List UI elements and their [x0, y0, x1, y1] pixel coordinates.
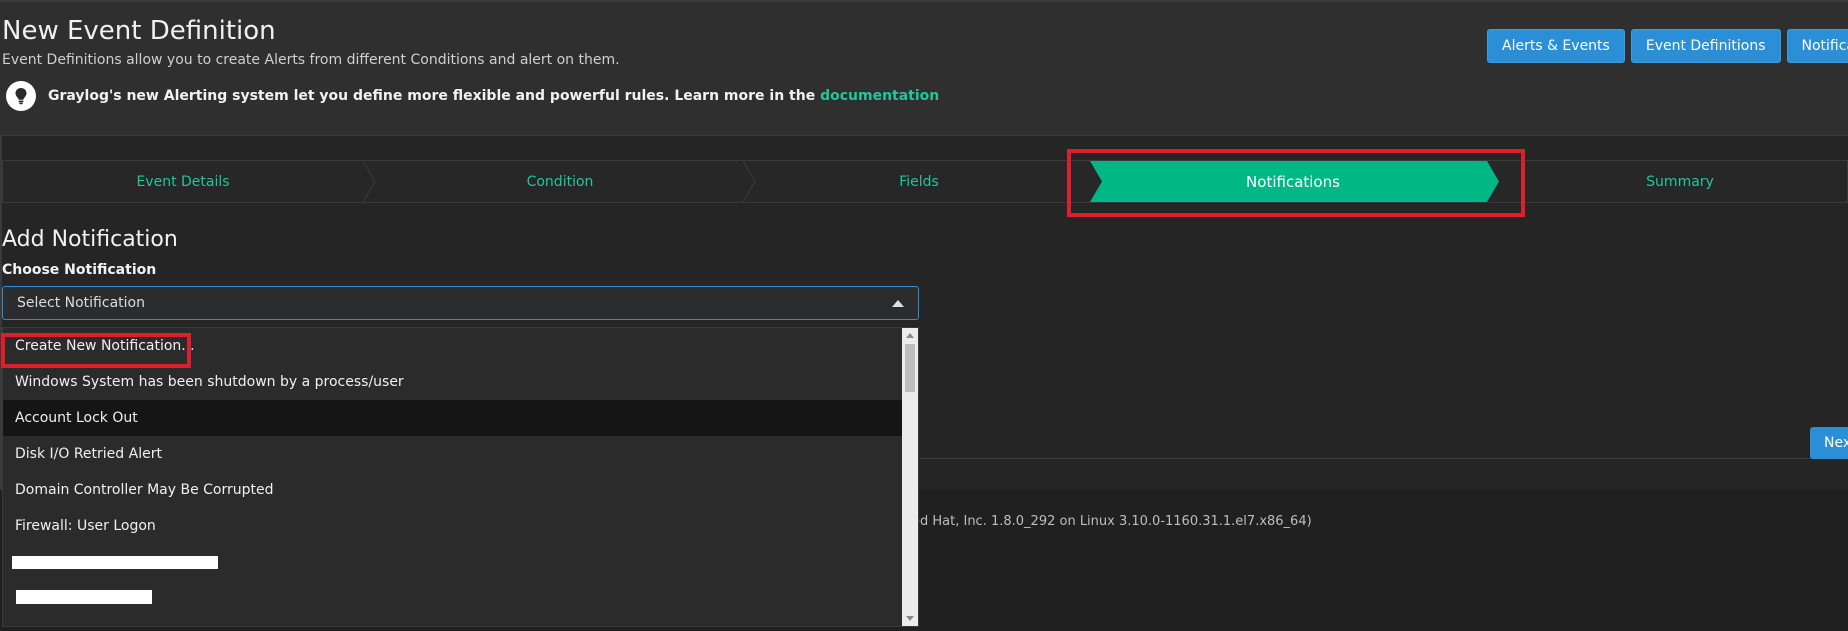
scroll-down-arrow-icon[interactable] — [906, 616, 914, 621]
header-button-group: Alerts & Events Event Definitions Notifi… — [1487, 29, 1848, 63]
tip-message: Graylog's new Alerting system let you de… — [48, 88, 816, 104]
page-description: Event Definitions allow you to create Al… — [2, 52, 620, 68]
next-button[interactable]: Nex — [1810, 427, 1848, 459]
documentation-link[interactable]: documentation — [820, 88, 939, 104]
alerts-events-button[interactable]: Alerts & Events — [1487, 29, 1625, 63]
highlight-box-notifications-step — [1067, 149, 1525, 217]
step-fields[interactable]: Fields — [755, 161, 1083, 202]
header-panel: New Event Definition Event Definitions a… — [0, 2, 1848, 136]
choose-notification-label: Choose Notification — [2, 262, 157, 278]
lightbulb-icon — [6, 81, 36, 111]
scroll-up-arrow-icon[interactable] — [906, 333, 914, 338]
notification-select[interactable]: Select Notification — [2, 286, 919, 320]
redaction-block — [12, 556, 218, 569]
option-firewall-user-logon[interactable]: Firewall: User Logon — [3, 508, 903, 544]
redaction-block — [16, 590, 152, 604]
event-definitions-button[interactable]: Event Definitions — [1630, 29, 1781, 63]
step-condition[interactable]: Condition — [375, 161, 745, 202]
step-summary[interactable]: Summary — [1495, 161, 1848, 202]
page-title: New Event Definition — [2, 16, 276, 46]
option-redacted-2[interactable] — [3, 580, 903, 616]
tip-text: Graylog's new Alerting system let you de… — [48, 88, 939, 104]
notifications-button[interactable]: Notifications — [1786, 29, 1848, 63]
alerting-tip: Graylog's new Alerting system let you de… — [6, 81, 939, 111]
highlight-box-create-new — [1, 333, 191, 368]
caret-up-icon[interactable] — [892, 300, 904, 307]
notification-dropdown-list: Create New Notification... Windows Syste… — [2, 327, 919, 627]
select-placeholder: Select Notification — [17, 295, 145, 311]
add-notification-title: Add Notification — [2, 227, 178, 252]
scroll-thumb[interactable] — [905, 344, 915, 392]
step-event-details[interactable]: Event Details — [3, 161, 363, 202]
option-account-lock-out[interactable]: Account Lock Out — [3, 400, 903, 436]
option-redacted-1[interactable] — [3, 544, 903, 580]
option-domain-controller-corrupted[interactable]: Domain Controller May Be Corrupted — [3, 472, 903, 508]
footer-version-text: ed Hat, Inc. 1.8.0_292 on Linux 3.10.0-1… — [912, 514, 1312, 529]
option-windows-shutdown[interactable]: Windows System has been shutdown by a pr… — [3, 364, 903, 400]
dropdown-scrollbar[interactable] — [902, 328, 918, 626]
wizard-steps: Event Details Condition Fields Summary — [2, 160, 1848, 203]
option-disk-io-retried[interactable]: Disk I/O Retried Alert — [3, 436, 903, 472]
section-divider — [920, 458, 1848, 459]
